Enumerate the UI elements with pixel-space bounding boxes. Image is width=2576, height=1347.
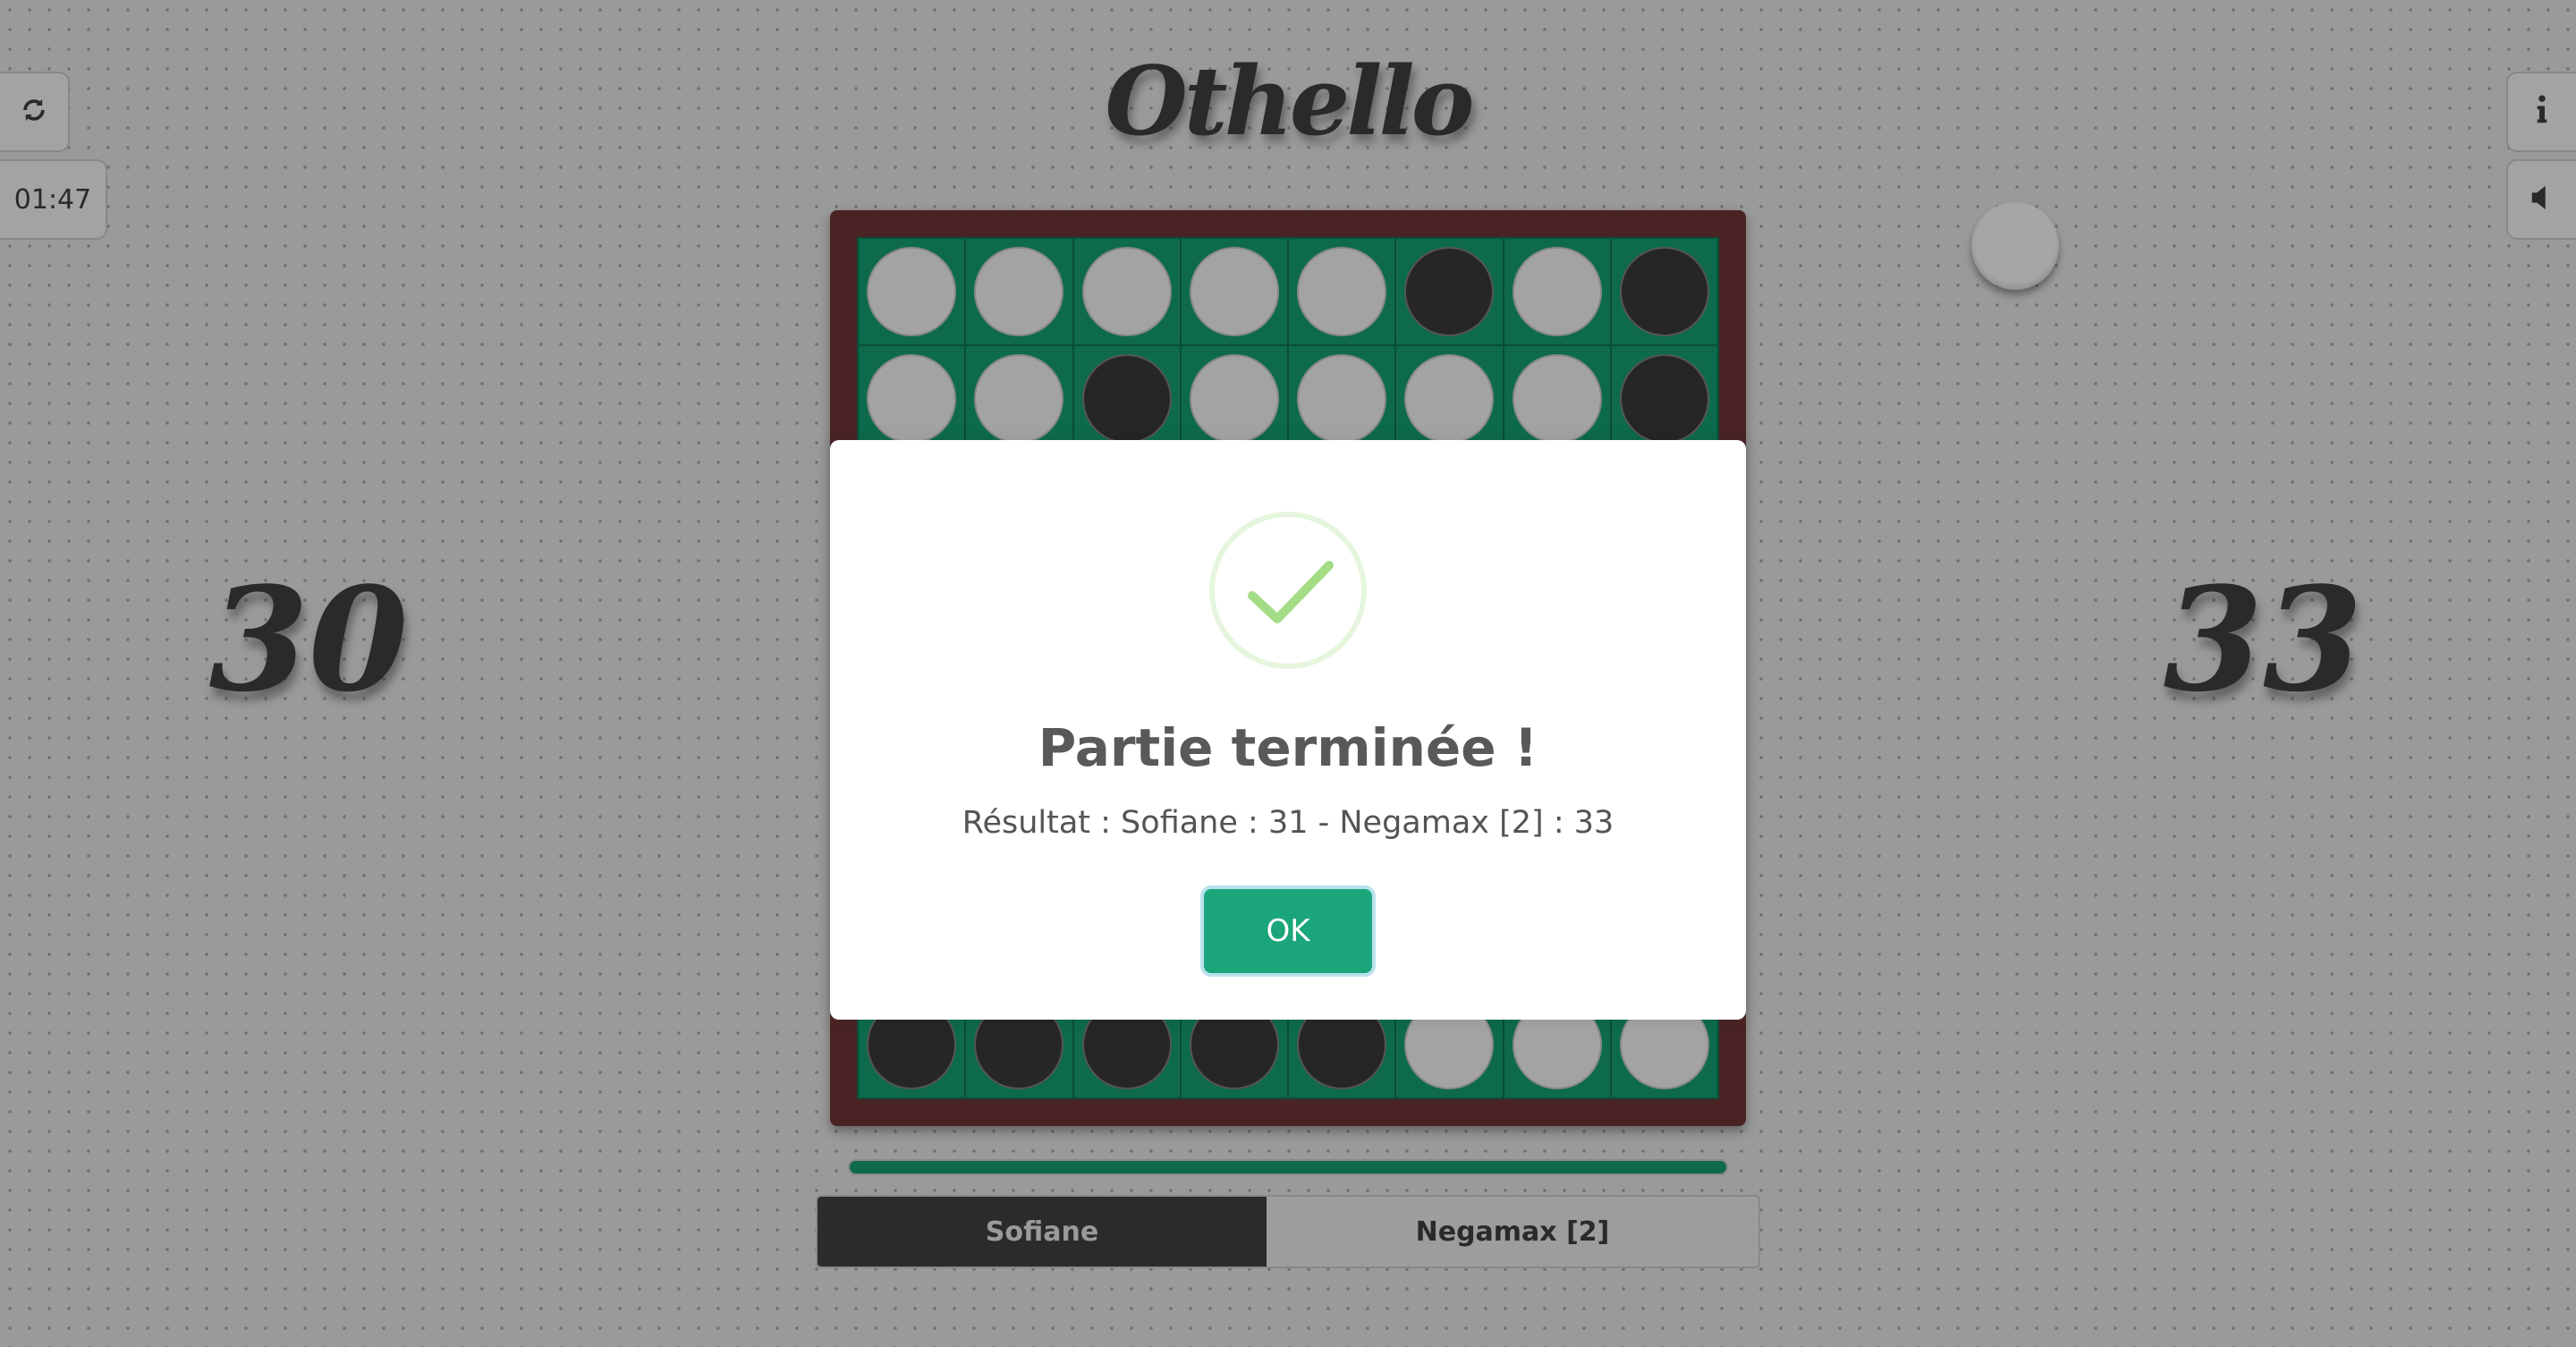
player-2-tab: Negamax [2] xyxy=(1267,1197,1758,1267)
board-cell[interactable] xyxy=(1503,345,1611,453)
white-disc xyxy=(1189,354,1279,445)
board-cell[interactable] xyxy=(965,238,1073,346)
board-cell[interactable] xyxy=(1180,345,1288,453)
black-disc xyxy=(1081,354,1172,445)
black-disc xyxy=(1404,247,1495,337)
white-disc xyxy=(1297,354,1387,445)
white-disc xyxy=(867,247,957,337)
ok-button[interactable]: OK xyxy=(1204,889,1372,973)
game-logo: Othello xyxy=(1105,45,1474,157)
white-disc xyxy=(1404,354,1495,445)
speaker-icon xyxy=(2530,184,2554,215)
white-disc xyxy=(1512,247,1602,337)
board-cell[interactable] xyxy=(1610,238,1718,346)
board-cell[interactable] xyxy=(1180,238,1288,346)
white-disc xyxy=(1189,247,1279,337)
board-cell[interactable] xyxy=(1072,345,1181,453)
black-disc xyxy=(1619,354,1709,445)
white-disc xyxy=(1297,247,1387,337)
board-cell[interactable] xyxy=(1395,238,1504,346)
player-1-tab: Sofiane xyxy=(818,1197,1267,1267)
board-cell[interactable] xyxy=(1610,345,1718,453)
board-cell[interactable] xyxy=(858,345,966,453)
white-disc xyxy=(867,354,957,445)
score-right: 33 xyxy=(2163,555,2363,724)
score-left: 30 xyxy=(208,555,409,724)
board-cell[interactable] xyxy=(965,345,1073,453)
white-disc xyxy=(974,247,1064,337)
board-cell[interactable] xyxy=(1503,238,1611,346)
board-cell[interactable] xyxy=(1288,345,1396,453)
white-disc xyxy=(1512,354,1602,445)
dialog-title: Partie terminée ! xyxy=(1038,717,1538,778)
turn-indicator-disc xyxy=(1971,202,2059,290)
game-over-dialog: Partie terminée ! Résultat : Sofiane : 3… xyxy=(830,440,1746,1020)
game-progress-bar xyxy=(848,1159,1728,1175)
board-cell[interactable] xyxy=(1288,238,1396,346)
black-disc xyxy=(1619,247,1709,337)
game-timer: 01:47 xyxy=(0,159,107,240)
white-disc xyxy=(974,354,1064,445)
sound-button[interactable] xyxy=(2506,159,2576,240)
player-bar: Sofiane Negamax [2] xyxy=(816,1195,1760,1268)
white-disc xyxy=(1081,247,1172,337)
success-check-icon xyxy=(1209,512,1367,669)
board-cell[interactable] xyxy=(1395,345,1504,453)
board-cell[interactable] xyxy=(1072,238,1181,346)
board-cell[interactable] xyxy=(858,238,966,346)
dialog-result-text: Résultat : Sofiane : 31 - Negamax [2] : … xyxy=(962,805,1614,841)
